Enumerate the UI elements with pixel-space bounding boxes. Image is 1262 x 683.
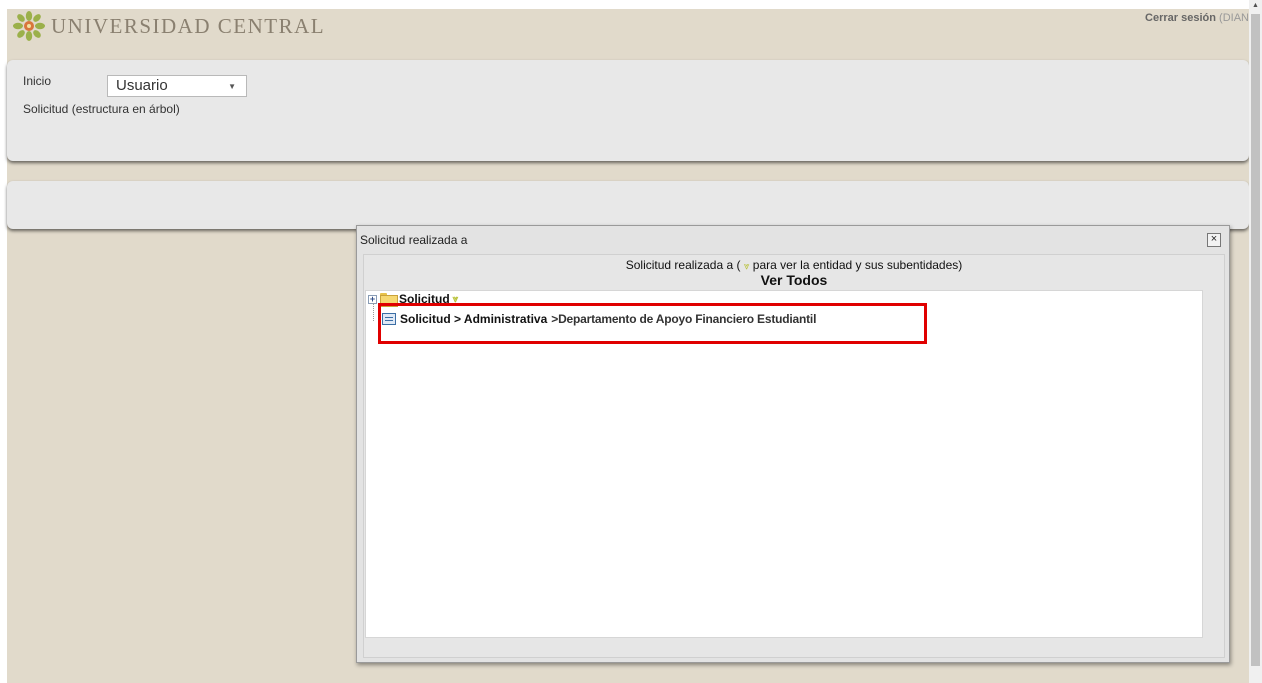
user-select-value: Usuario (116, 77, 168, 94)
dialog-title: Solicitud realizada a (360, 233, 468, 247)
request-dialog: Solicitud realizada a × Solicitud realiz… (356, 225, 1230, 663)
tree-connector (373, 303, 374, 321)
breadcrumb: Solicitud (estructura en árbol) (23, 102, 180, 116)
dialog-subtitle-start: Solicitud realizada a ( (625, 258, 741, 272)
expand-arrow-icon: ⩔ (743, 261, 750, 272)
content-panel (7, 181, 1249, 229)
scroll-up-icon[interactable]: ▲ (1251, 2, 1260, 12)
navigation-panel: Inicio Usuario ▼ Solicitud (estructura e… (7, 60, 1249, 161)
university-logo[interactable]: UNIVERSIDAD CENTRAL (13, 11, 325, 41)
scroll-thumb[interactable] (1251, 14, 1260, 666)
logout-link[interactable]: Cerrar sesión (1145, 12, 1216, 24)
dialog-subtitle-end: para ver la entidad y sus subentidades) (752, 258, 963, 272)
vertical-scrollbar[interactable]: ▲ (1249, 0, 1262, 683)
see-all-link[interactable]: Ver Todos (364, 272, 1224, 288)
home-link[interactable]: Inicio (23, 74, 51, 88)
logo-flower-icon (13, 11, 45, 41)
highlight-box (378, 303, 927, 344)
close-icon[interactable]: × (1207, 233, 1221, 247)
user-select[interactable]: Usuario ▼ (107, 75, 247, 97)
user-name: (DIAN (1219, 12, 1249, 24)
dialog-subtitle: Solicitud realizada a ( ⩔ para ver la en… (364, 258, 1224, 272)
chevron-down-icon: ▼ (228, 82, 236, 91)
logo-text: UNIVERSIDAD CENTRAL (51, 13, 326, 38)
session-area: Cerrar sesión (DIAN (1145, 12, 1249, 24)
